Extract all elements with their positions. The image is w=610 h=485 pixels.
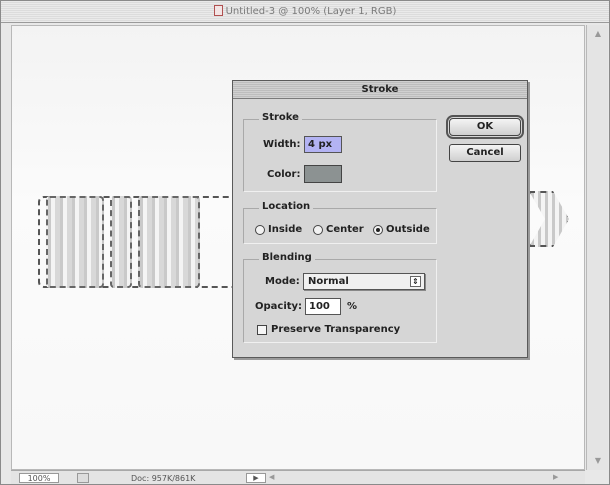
letter-k [46, 196, 104, 288]
radio-outside[interactable]: Outside [373, 224, 430, 235]
radio-center-indicator[interactable] [313, 224, 323, 235]
zoom-level-field[interactable]: 100% [19, 473, 59, 483]
radio-inside[interactable]: Inside [255, 224, 302, 235]
dialog-title: Stroke [361, 84, 399, 95]
radio-center-label: Center [326, 224, 364, 235]
width-label: Width: [263, 139, 301, 150]
document-icon [213, 5, 223, 16]
letter-i [110, 196, 132, 288]
scroll-up-arrow-icon[interactable]: ▲ [593, 29, 603, 39]
radio-center[interactable]: Center [313, 224, 364, 235]
kid-text-artwork [38, 196, 238, 291]
radio-inside-indicator[interactable] [255, 224, 265, 235]
scroll-down-arrow-icon[interactable]: ▼ [593, 456, 603, 466]
mode-select[interactable]: Normal ⇕ [303, 273, 425, 290]
preserve-transparency-checkbox[interactable]: Preserve Transparency [257, 324, 400, 335]
dialog-titlebar[interactable]: Stroke [233, 81, 527, 99]
blending-group-label: Blending [259, 252, 315, 263]
color-label: Color: [267, 169, 301, 180]
radio-inside-label: Inside [268, 224, 303, 235]
window-title: Untitled-3 @ 100% (Layer 1, RGB) [225, 6, 397, 17]
scroll-right-arrow-icon[interactable]: ▶ [553, 473, 563, 483]
vertical-scrollbar[interactable]: ▲ ▼ [586, 25, 608, 470]
status-menu-arrow-icon[interactable]: ▶ [246, 473, 266, 483]
window-title-wrap: Untitled-3 @ 100% (Layer 1, RGB) [1, 5, 609, 17]
mode-label: Mode: [265, 276, 300, 287]
color-swatch[interactable] [304, 165, 342, 183]
radio-outside-label: Outside [386, 224, 430, 235]
letter-d [138, 196, 200, 288]
stroke-dialog: Stroke Stroke Width: 4 px Color: Locatio… [232, 80, 528, 358]
preserve-transparency-box[interactable] [257, 324, 267, 335]
opacity-label: Opacity: [255, 301, 303, 312]
stroke-group-label: Stroke [259, 112, 302, 123]
scroll-left-arrow-icon[interactable]: ◀ [269, 473, 279, 483]
doc-size-readout: Doc: 957K/861K [131, 474, 196, 483]
opacity-unit: % [347, 301, 358, 312]
status-bar: 100% Doc: 957K/861K ▶ ◀ ▶ [11, 470, 585, 484]
mode-select-value: Normal [308, 276, 349, 287]
cancel-button[interactable]: Cancel [449, 144, 521, 162]
ok-button[interactable]: OK [446, 115, 524, 139]
location-group-label: Location [259, 201, 314, 212]
status-info-icon[interactable] [77, 473, 89, 483]
window-titlebar[interactable]: Untitled-3 @ 100% (Layer 1, RGB) [1, 1, 609, 23]
opacity-input[interactable]: 100 [305, 298, 341, 315]
width-input[interactable]: 4 px [304, 136, 342, 153]
select-arrows-icon[interactable]: ⇕ [410, 276, 421, 287]
radio-outside-indicator[interactable] [373, 224, 383, 235]
preserve-transparency-label: Preserve Transparency [271, 324, 401, 335]
